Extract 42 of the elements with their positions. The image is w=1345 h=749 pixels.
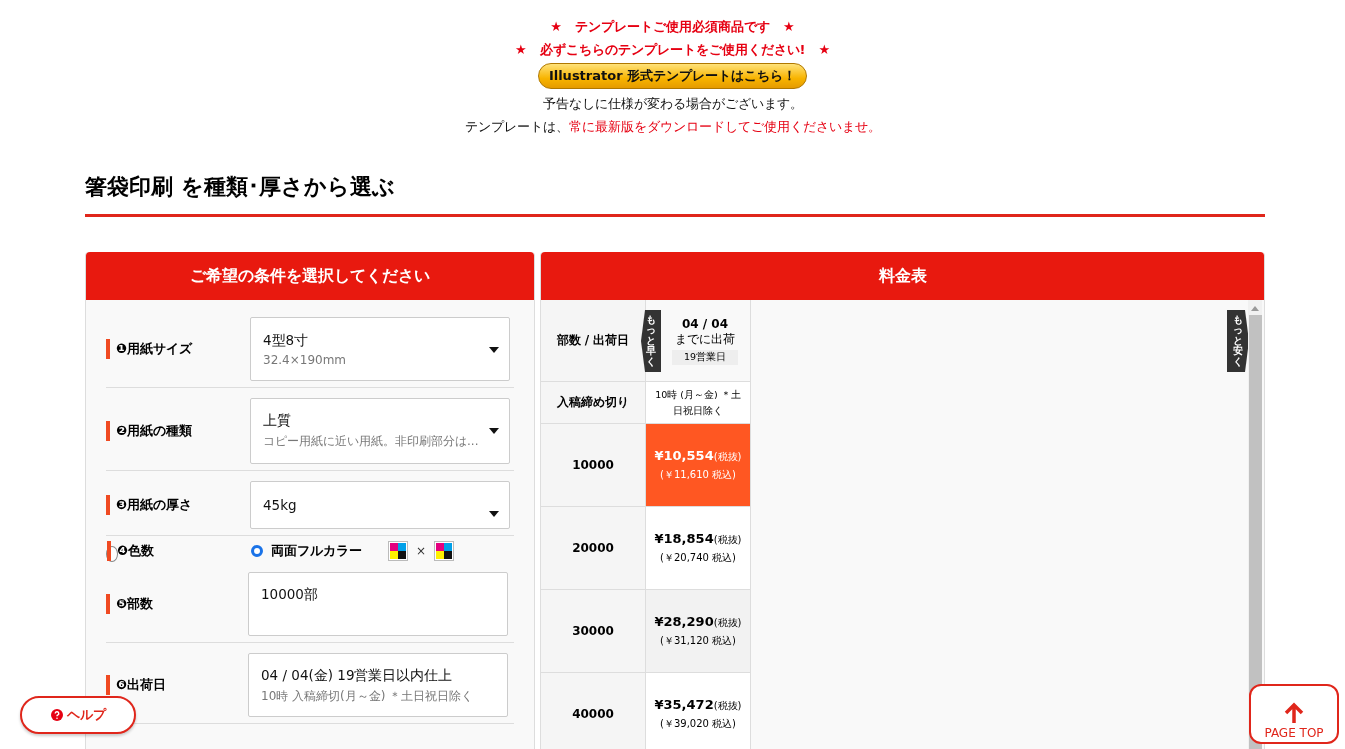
- dropdown[interactable]: 上質 コピー用紙に近い用紙。非印刷部分は...: [250, 398, 510, 464]
- table-cell: 40000: [541, 673, 646, 749]
- business-days-label: 19営業日: [671, 349, 739, 365]
- table-cell: 20000: [541, 507, 646, 590]
- dropdown[interactable]: 45kg: [250, 481, 510, 529]
- input-field[interactable]: 04 / 04(金) 19営業日以内仕上 10時 入稿締切(月～金) ＊土日祝日除く: [248, 653, 508, 717]
- up-arrow-icon: [1283, 702, 1305, 724]
- radio-button[interactable]: [251, 545, 263, 557]
- times-sign: ×: [416, 544, 427, 558]
- caret-icon: [489, 511, 499, 517]
- ship-date: 04 / 04: [681, 316, 729, 331]
- template-button[interactable]: Illustrator 形式テンプレートはこちら！: [537, 63, 808, 89]
- caret-icon: [489, 428, 499, 434]
- notice-text: ★ テンプレートご使用必須商品です ★: [550, 18, 795, 36]
- notice-text: 予告なしに仕様が変わる場合がございます。: [542, 95, 803, 113]
- color-swatch-icon: [434, 541, 455, 561]
- question-icon: [50, 709, 63, 721]
- notice-text: テンプレートは、常に最新版をダウンロードしてご使用くださいませ。: [464, 118, 881, 136]
- caret-icon: [489, 347, 499, 353]
- price-cell[interactable]: ¥18,854(税抜) (￥20,740 税込): [646, 507, 751, 590]
- dropdown[interactable]: 4型8寸 32.4×190mm: [250, 317, 510, 381]
- panel-header: 料金表: [541, 252, 1264, 300]
- table-header-cell: 部数 / 出荷日: [541, 300, 646, 382]
- price-cell[interactable]: ¥28,290(税抜) (￥31,120 税込): [646, 590, 751, 673]
- price-cell[interactable]: ¥35,472(税抜) (￥39,020 税込): [646, 673, 751, 749]
- input-field[interactable]: 10000部: [248, 572, 508, 636]
- color-swatch-icon: [388, 541, 408, 561]
- table-cell: 30000: [541, 590, 646, 673]
- scroll-up-icon[interactable]: [1251, 306, 1259, 311]
- scrollbar[interactable]: [1248, 300, 1262, 749]
- table-cell: 10000: [541, 424, 646, 507]
- ship-date-note: までに出荷: [675, 331, 735, 346]
- notice-text: ★ 必ずこちらのテンプレートをご使用ください! ★: [514, 41, 831, 59]
- section-heading: 箸袋印刷 を種類･厚さから選ぶ: [85, 172, 1265, 217]
- table-cell: 10時 (月～金) ＊土日祝日除く: [646, 382, 751, 424]
- cheaper-tab[interactable]: もっと安く: [1227, 310, 1249, 372]
- help-button[interactable]: ヘルプ: [20, 696, 136, 734]
- table-header-cell: 入稿締め切り: [541, 382, 646, 424]
- earlier-tab[interactable]: もっと早く: [641, 310, 661, 372]
- option-label: 両面フルカラー: [271, 542, 362, 560]
- page-top-button[interactable]: PAGE TOP: [1249, 684, 1339, 744]
- panel-header: ご希望の条件を選択してください: [86, 252, 534, 300]
